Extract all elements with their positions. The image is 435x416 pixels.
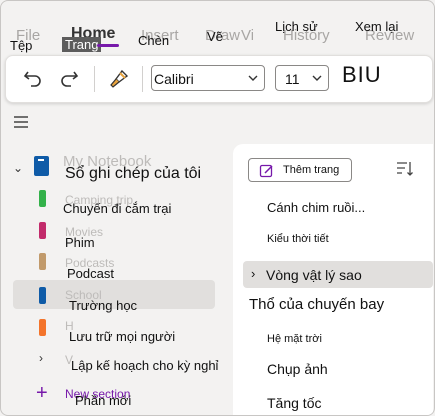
format-painter-icon xyxy=(110,69,129,88)
page-expand-chevron[interactable]: › xyxy=(251,266,255,281)
undo-button[interactable] xyxy=(20,66,46,92)
hamburger-menu-icon[interactable] xyxy=(13,115,29,129)
redo-icon xyxy=(61,71,79,87)
font-size-value: 11 xyxy=(285,71,300,87)
notebook-icon xyxy=(34,156,49,176)
add-page-button[interactable]: Thêm trang xyxy=(248,158,352,182)
page-item[interactable]: Vòng vật lý sao xyxy=(266,267,362,283)
onenote-window: File Home Insert Draw View History Revie… xyxy=(0,0,435,416)
section-color-tab xyxy=(39,253,46,270)
add-page-label: Thêm trang xyxy=(283,164,340,176)
section-color-tab xyxy=(39,190,46,207)
tab-insert[interactable]: Chèn xyxy=(138,33,169,48)
section-podcasts[interactable]: Podcast xyxy=(67,266,114,281)
section-vacation-planning[interactable]: Lập kế hoạch cho kỳ nghỉ xyxy=(71,358,218,373)
tab-draw[interactable]: Vẽ xyxy=(207,29,223,44)
bold-italic-underline-buttons[interactable]: BIU xyxy=(342,62,382,88)
page-item[interactable]: Kiểu thời tiết xyxy=(267,233,329,245)
tab-file[interactable]: Tệp xyxy=(10,38,32,53)
plus-icon[interactable]: + xyxy=(36,382,48,405)
active-tab-indicator xyxy=(97,44,119,47)
chevron-down-icon xyxy=(248,75,258,81)
ribbon-toolbar: Calibri 11 BIU xyxy=(5,55,433,103)
section-camping-trip[interactable]: Chuyến đi cắm trại xyxy=(63,201,171,216)
format-painter-button[interactable] xyxy=(106,66,132,92)
notebook-title[interactable]: Sổ ghi chép của tôi xyxy=(65,165,201,183)
section-group-expand-chevron[interactable]: › xyxy=(39,351,43,365)
add-page-icon xyxy=(259,164,273,178)
page-item[interactable]: Chụp ảnh xyxy=(267,361,328,377)
sort-icon[interactable] xyxy=(395,160,415,178)
section-archive[interactable]: Lưu trữ mọi người xyxy=(69,329,175,344)
font-name-value: Calibri xyxy=(154,71,194,87)
tab-home[interactable]: Trang xyxy=(62,37,102,52)
font-name-dropdown[interactable]: Calibri xyxy=(151,65,265,91)
section-color-tab xyxy=(39,319,46,336)
section-color-tab xyxy=(39,287,46,304)
toolbar-divider xyxy=(94,66,95,92)
section-school[interactable]: Trường học xyxy=(69,298,137,313)
undo-icon xyxy=(23,71,41,87)
new-section-button[interactable]: Phần mới xyxy=(75,393,131,408)
notebook-expand-chevron[interactable]: ⌄ xyxy=(13,161,23,175)
ghost-tab-view: View xyxy=(241,27,253,44)
redo-button[interactable] xyxy=(56,66,82,92)
section-movies[interactable]: Phim xyxy=(65,235,95,250)
chevron-down-icon xyxy=(312,75,322,81)
page-item[interactable]: Cánh chim ruồi... xyxy=(267,200,365,215)
toolbar-divider xyxy=(142,66,143,92)
tab-review[interactable]: Xem lại xyxy=(355,19,398,34)
pages-pane: Thêm trang Cánh chim ruồi... Kiểu thời t… xyxy=(233,144,433,415)
section-color-tab xyxy=(39,222,46,239)
page-item[interactable]: Tăng tốc xyxy=(267,395,321,411)
tab-history[interactable]: Lịch sử xyxy=(275,19,318,34)
page-item[interactable]: Hệ mặt trời xyxy=(267,333,322,345)
page-item[interactable]: Thổ của chuyến bay xyxy=(249,296,384,313)
font-size-dropdown[interactable]: 11 xyxy=(275,65,329,91)
